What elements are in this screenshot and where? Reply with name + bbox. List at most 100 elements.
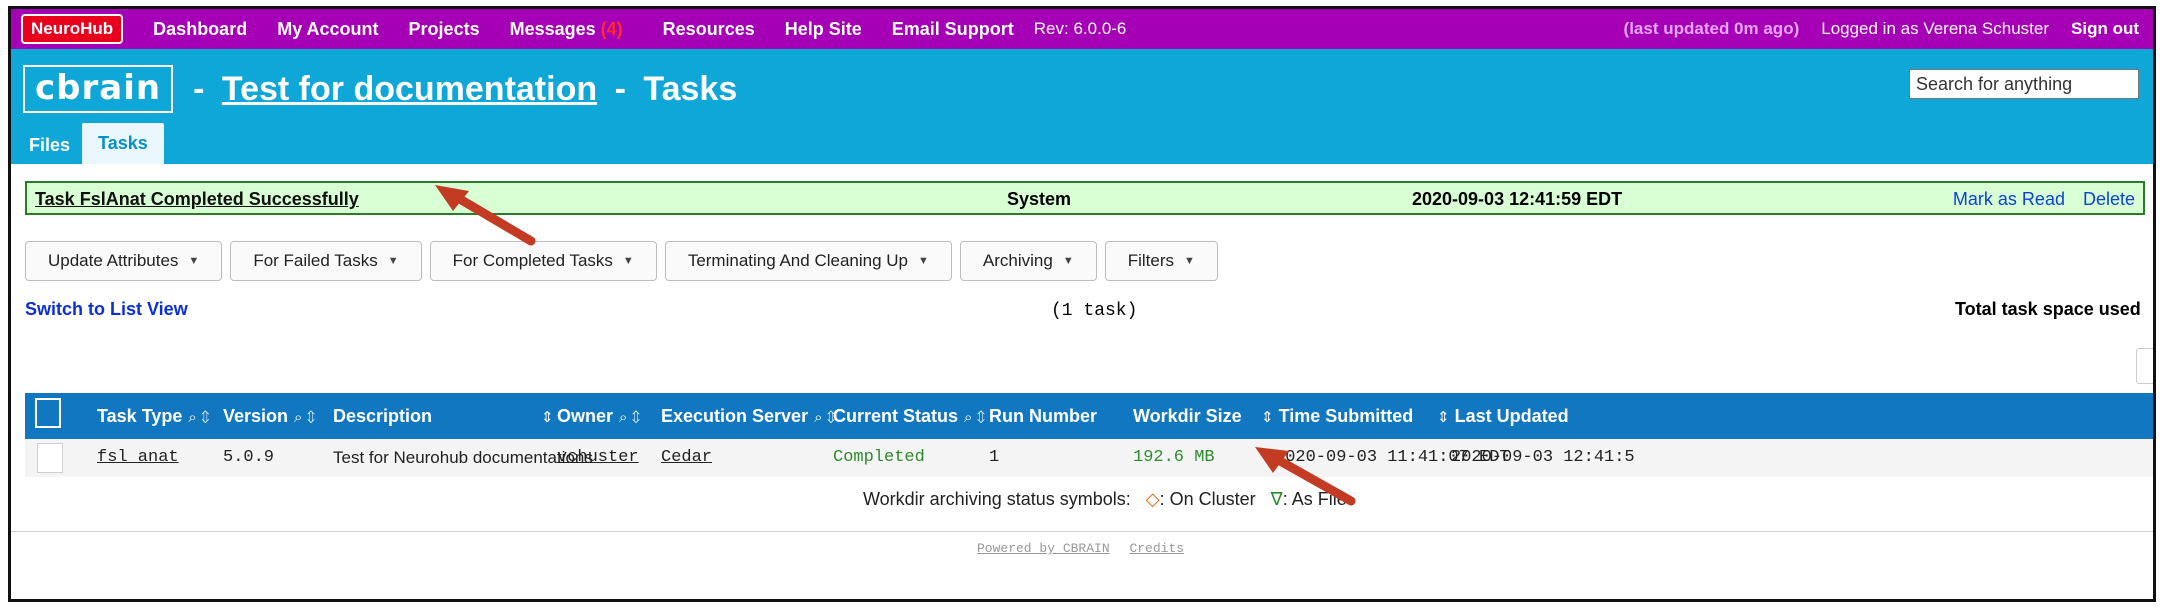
col-label: Workdir Size <box>1133 406 1242 426</box>
nav-messages-label: Messages <box>509 18 596 39</box>
top-right-info: (last updated 0m ago) Logged in as Veren… <box>1624 9 2139 49</box>
messages-badge: (4) <box>600 18 623 39</box>
notification-sender: System <box>1007 189 1072 209</box>
col-last-updated[interactable]: ⇕ Last Updated <box>1431 406 1569 427</box>
button-label: Terminating And Cleaning Up <box>687 251 908 270</box>
nav-dashboard[interactable]: Dashboard <box>153 19 247 40</box>
col-owner[interactable]: Owner ⌕ ⇕ <box>557 406 640 427</box>
filter-sort-icon[interactable]: ⌕ ⇕ <box>619 409 640 426</box>
caret-down-icon: ▼ <box>622 255 634 267</box>
col-label: Run Number <box>989 406 1097 426</box>
nav-projects[interactable]: Projects <box>409 19 480 40</box>
top-nav-bar: NeuroHub Dashboard My Account Projects M… <box>11 9 2153 49</box>
logged-in-label: Logged in as Verena Schuster <box>1821 19 2050 38</box>
col-version[interactable]: Version ⌕ ⇕ <box>223 406 315 427</box>
nav-messages[interactable]: Messages (4) <box>510 19 623 40</box>
caret-down-icon: ▼ <box>387 255 399 267</box>
caret-down-icon: ▼ <box>1062 255 1074 267</box>
delete-link[interactable]: Delete <box>2083 189 2135 210</box>
col-run-number[interactable]: Run Number <box>989 406 1097 427</box>
filter-sort-icon[interactable]: ⌕ ⇕ <box>964 409 985 426</box>
project-link[interactable]: Test for documentation <box>222 70 597 108</box>
nav-resources[interactable]: Resources <box>663 19 755 40</box>
notification-actions: Mark as Read Delete <box>1953 189 2135 210</box>
select-all-checkbox[interactable] <box>35 398 61 428</box>
tab-tasks[interactable]: Tasks <box>82 123 164 164</box>
server-link[interactable]: Cedar <box>661 448 712 467</box>
sort-icon[interactable]: ⇕ <box>1261 409 1274 426</box>
caret-down-icon: ▼ <box>188 255 200 267</box>
legend-cluster-text: : On Cluster <box>1159 489 1256 509</box>
filter-sort-icon[interactable]: ⌕ ⇕ <box>188 409 209 426</box>
caret-down-icon: ▼ <box>918 255 929 267</box>
owner-link[interactable]: vchuster <box>557 448 639 467</box>
workdir-size-cell: 192.6 MB <box>1133 448 1215 467</box>
footer: Powered by CBRAIN Credits <box>977 541 1196 556</box>
title-separator: - <box>614 69 626 108</box>
notification-bar: Task FslAnat Completed Successfully Syst… <box>25 181 2145 215</box>
legend-label: Workdir archiving status symbols: <box>863 489 1131 509</box>
notification-message[interactable]: Task FslAnat Completed Successfully <box>35 189 359 210</box>
annotation-arrow-icon <box>435 185 536 246</box>
task-type-link[interactable]: fsl_anat <box>97 448 179 467</box>
failed-tasks-button[interactable]: For Failed Tasks ▼ <box>230 241 422 281</box>
mark-as-read-link[interactable]: Mark as Read <box>1953 189 2065 210</box>
col-execution-server[interactable]: Execution Server ⌕ ⇕ <box>661 406 835 427</box>
col-description-sort[interactable]: ⇕ <box>535 406 554 427</box>
col-label: Version <box>223 406 289 426</box>
terminating-cleaning-button[interactable]: Terminating And Cleaning Up ▼ <box>664 241 952 281</box>
button-label: Update Attributes <box>48 251 179 270</box>
archiving-button[interactable]: Archiving ▼ <box>959 241 1097 281</box>
on-cluster-icon: ◇ <box>1145 489 1160 509</box>
annotation-arrow-icon <box>1255 447 1356 506</box>
caret-down-icon: ▼ <box>1183 255 1195 267</box>
nav-help-site[interactable]: Help Site <box>785 19 862 40</box>
nav-email-support[interactable]: Email Support <box>892 19 1014 40</box>
sort-icon[interactable]: ⇕ <box>1437 409 1450 426</box>
breadcrumb: cbrain - Test for documentation - Tasks <box>23 65 737 113</box>
total-space-label: Total task space used <box>1955 299 2141 319</box>
powered-by-link[interactable]: Powered by CBRAIN <box>977 541 1110 556</box>
update-attributes-button[interactable]: Update Attributes ▼ <box>25 241 223 281</box>
search-input[interactable]: Search for anything <box>1909 69 2139 99</box>
row-checkbox[interactable] <box>37 443 63 473</box>
button-label: For Completed Tasks <box>452 251 613 270</box>
sort-icon[interactable]: ⇕ <box>541 409 554 426</box>
filter-sort-icon[interactable]: ⌕ ⇕ <box>294 409 315 426</box>
cbrain-logo[interactable]: cbrain <box>23 65 174 113</box>
description-cell: Test for Neurohub documentations <box>333 448 593 467</box>
table-row: fsl_anat 5.0.9 Test for Neurohub documen… <box>25 439 2153 477</box>
col-label: Owner <box>557 406 614 426</box>
neurohub-logo[interactable]: NeuroHub <box>21 14 124 44</box>
col-workdir-size[interactable]: Workdir Size <box>1133 406 1242 427</box>
tab-files[interactable]: Files <box>17 127 82 164</box>
title-separator: - <box>193 69 205 108</box>
run-number-cell: 1 <box>989 448 1000 467</box>
credits-link[interactable]: Credits <box>1129 541 1184 556</box>
col-task-type[interactable]: Task Type ⌕ ⇕ <box>97 406 209 427</box>
tab-bar: Files Tasks <box>17 123 164 164</box>
page-name: Tasks <box>643 69 738 108</box>
page-size-select[interactable] <box>2136 348 2153 384</box>
col-description[interactable]: Description <box>333 406 432 427</box>
nav-my-account[interactable]: My Account <box>277 19 378 40</box>
page-header: cbrain - Test for documentation - Tasks … <box>11 49 2153 164</box>
col-label: Execution Server <box>661 406 809 426</box>
col-label: Task Type <box>97 406 183 426</box>
sign-out-link[interactable]: Sign out <box>2071 19 2139 39</box>
last-updated-label: (last updated 0m ago) <box>1623 19 1800 38</box>
col-label: Current Status <box>833 406 959 426</box>
filters-button[interactable]: Filters ▼ <box>1104 241 1218 281</box>
col-time-submitted[interactable]: ⇕ Time Submitted <box>1255 406 1413 427</box>
version-cell: 5.0.9 <box>223 448 275 467</box>
filter-sort-icon[interactable]: ⌕ ⇕ <box>814 409 835 426</box>
col-current-status[interactable]: Current Status ⌕ ⇕ <box>833 406 985 427</box>
status-cell: Completed <box>833 448 925 467</box>
page-title: - Test for documentation - Tasks <box>185 70 737 109</box>
last-updated-cell: 2020-09-03 12:41:5 <box>1451 448 1635 467</box>
switch-list-view-link[interactable]: Switch to List View <box>25 299 188 320</box>
button-label: Archiving <box>982 251 1053 270</box>
col-label: Description <box>333 406 433 426</box>
task-toolbar: Update Attributes ▼ For Failed Tasks ▼ For… <box>25 241 1218 281</box>
revision-label: Rev: 6.0.0-6 <box>1033 19 1127 38</box>
